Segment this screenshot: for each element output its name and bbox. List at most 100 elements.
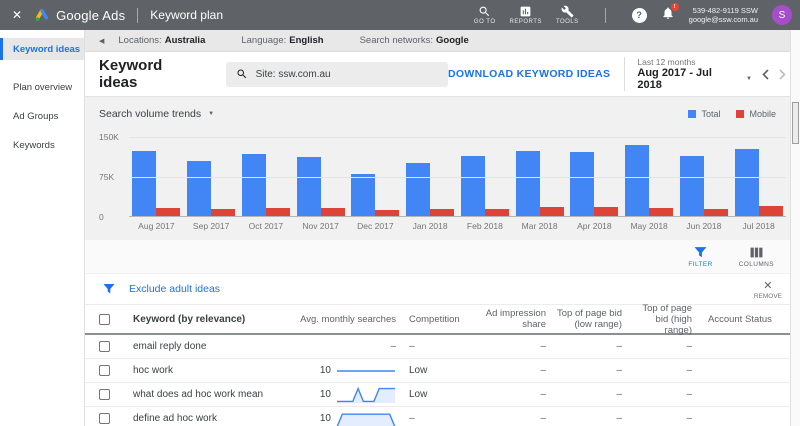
- remove-filter-button[interactable]: ✕ REMOVE: [754, 279, 782, 300]
- section-title: Keyword ideas: [99, 57, 204, 91]
- sidebar: Keyword ideas Plan overview Ad Groups Ke…: [0, 30, 85, 426]
- sidebar-item-plan-overview[interactable]: Plan overview: [0, 76, 84, 98]
- bar-mobile: [430, 209, 454, 216]
- legend-mobile-label: Mobile: [749, 109, 776, 119]
- account-info[interactable]: 539-482-9119 SSW google@ssw.com.au: [689, 6, 758, 24]
- bid-low-cell: –: [554, 413, 630, 424]
- bar-group: [403, 163, 458, 216]
- row-checkbox[interactable]: [99, 413, 110, 424]
- bar-group: [622, 145, 677, 216]
- keyword-table-panel: FILTER COLUMNS Exclude adult ideas ✕ REM…: [85, 240, 800, 426]
- scrollbar-thumb[interactable]: [792, 102, 799, 144]
- go-to-button[interactable]: GO TO: [474, 5, 496, 25]
- sidebar-item-ad-groups[interactable]: Ad Groups: [0, 105, 84, 127]
- bar-mobile: [485, 209, 509, 216]
- networks-filter[interactable]: Search networks:Google: [360, 35, 469, 46]
- sidebar-item-keywords[interactable]: Keywords: [0, 134, 84, 156]
- panel-header: Keyword ideas Site: ssw.com.au DOWNLOAD …: [85, 52, 800, 97]
- trend-sparkline: [336, 362, 396, 380]
- next-period-button[interactable]: [779, 69, 786, 80]
- row-checkbox[interactable]: [99, 365, 110, 376]
- language-filter[interactable]: Language:English: [241, 35, 323, 46]
- date-range-preset: Last 12 months: [637, 57, 752, 67]
- table-row: define ad hoc work10––––: [85, 407, 800, 426]
- table-row: hoc work10Low–––: [85, 359, 800, 383]
- targeting-filter-bar: ◀ Locations:Australia Language:English S…: [85, 30, 800, 52]
- reports-button[interactable]: REPORTS: [510, 5, 542, 25]
- filter-button[interactable]: FILTER: [688, 246, 712, 268]
- competition-cell: Low: [396, 389, 480, 400]
- vertical-scrollbar[interactable]: [790, 30, 800, 426]
- date-range-value: Aug 2017 - Jul 2018: [637, 67, 738, 91]
- table-body: email reply done–––––hoc work10Low–––wha…: [85, 335, 800, 426]
- table-row: email reply done–––––: [85, 335, 800, 359]
- seed-search-input[interactable]: Site: ssw.com.au: [226, 62, 448, 87]
- trend-sparkline: [336, 410, 396, 426]
- column-header: Competition: [396, 314, 480, 325]
- row-checkbox[interactable]: [99, 341, 110, 352]
- bar-total: [461, 156, 485, 216]
- chevron-down-icon: ▼: [746, 76, 752, 82]
- exclude-adult-ideas-chip[interactable]: Exclude adult ideas: [129, 283, 220, 295]
- select-all-checkbox[interactable]: [99, 314, 110, 325]
- close-icon[interactable]: ✕: [12, 8, 22, 22]
- sidebar-item-keyword-ideas[interactable]: Keyword ideas: [0, 38, 84, 60]
- notification-badge: !: [671, 3, 679, 11]
- columns-button[interactable]: COLUMNS: [739, 246, 774, 268]
- bar-mobile: [266, 208, 290, 216]
- keyword-cell: hoc work: [119, 365, 296, 376]
- notifications-button[interactable]: !: [661, 6, 675, 25]
- bar-group: [567, 152, 622, 216]
- month-labels: Aug 2017Sep 2017Oct 2017Nov 2017Dec 2017…: [129, 221, 786, 231]
- bar-group: [512, 151, 567, 216]
- bar-mobile: [375, 210, 399, 216]
- column-header: Account Status: [700, 314, 800, 325]
- search-icon: [236, 68, 248, 80]
- x-axis-label: Sep 2017: [184, 221, 239, 231]
- table-toolbar: FILTER COLUMNS: [85, 240, 800, 274]
- tools-button[interactable]: TOOLS: [556, 5, 579, 25]
- bid-high-cell: –: [630, 413, 700, 424]
- columns-label: COLUMNS: [739, 261, 774, 268]
- x-axis-label: May 2018: [622, 221, 677, 231]
- ad-impression-share-cell: –: [480, 389, 554, 400]
- date-range-picker[interactable]: Last 12 months Aug 2017 - Jul 2018 ▼: [624, 57, 752, 91]
- y-tick-75k: 75K: [99, 172, 114, 182]
- x-axis-label: Jun 2018: [677, 221, 732, 231]
- bar-total: [242, 154, 266, 216]
- locations-filter[interactable]: Locations:Australia: [118, 35, 205, 46]
- prev-period-button[interactable]: [762, 69, 769, 80]
- column-header: Top of page bid (low range): [554, 308, 630, 330]
- bar-total: [132, 151, 156, 216]
- avatar[interactable]: S: [772, 5, 792, 25]
- chevron-down-icon: ▼: [208, 111, 214, 117]
- collapse-arrow-icon[interactable]: ◀: [99, 37, 104, 45]
- bar-group: [129, 151, 184, 216]
- avg-value: 10: [320, 389, 331, 400]
- chart-legend: Total Mobile: [688, 109, 786, 119]
- download-keyword-ideas-link[interactable]: DOWNLOAD KEYWORD IDEAS: [448, 68, 610, 80]
- avg-monthly-searches-cell: –: [296, 341, 396, 352]
- bar-total: [570, 152, 594, 216]
- bar-mobile: [649, 208, 673, 216]
- search-volume-trends-dropdown[interactable]: Search volume trends ▼: [99, 108, 214, 120]
- bid-high-cell: –: [630, 341, 700, 352]
- x-axis-label: Apr 2018: [567, 221, 622, 231]
- bar-total: [625, 145, 649, 216]
- networks-label: Search networks:: [360, 35, 433, 46]
- keyword-cell: what does ad hoc work mean: [119, 389, 296, 400]
- row-checkbox[interactable]: [99, 389, 110, 400]
- bar-mobile: [540, 207, 564, 216]
- ad-impression-share-cell: –: [480, 413, 554, 424]
- bar-total: [351, 174, 375, 216]
- language-value: English: [289, 35, 323, 46]
- help-icon[interactable]: ?: [632, 8, 647, 23]
- bar-mobile: [594, 207, 618, 216]
- filter-funnel-icon: [694, 246, 707, 259]
- gridline: [129, 137, 786, 138]
- google-ads-triangle-icon: [34, 7, 50, 23]
- wrench-icon: [561, 5, 574, 18]
- bar-mobile: [321, 208, 345, 216]
- brand-name: Google Ads: [56, 8, 125, 23]
- bar-total: [735, 149, 759, 216]
